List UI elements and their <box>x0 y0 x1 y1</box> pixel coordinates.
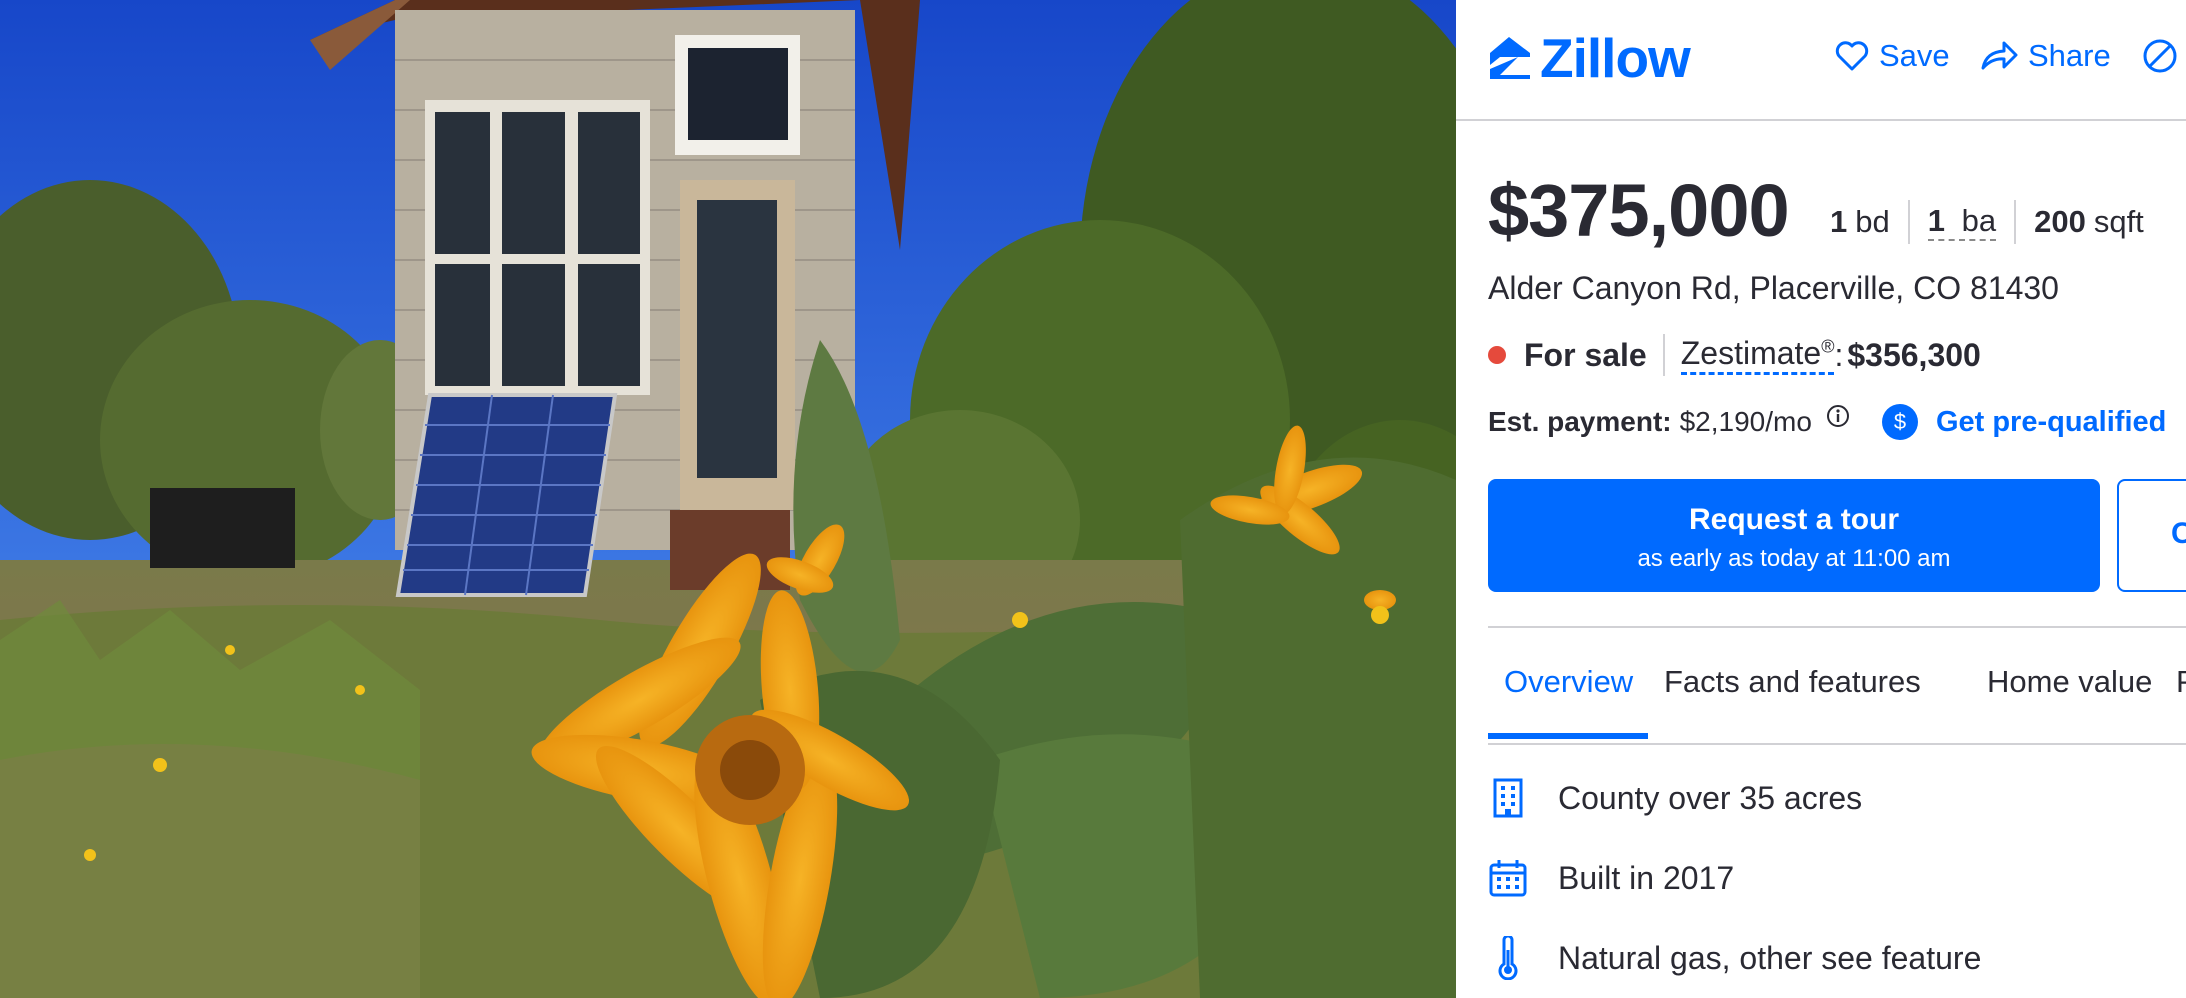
status-divider <box>1662 334 1665 376</box>
baths-unit: ba <box>1961 203 1997 238</box>
request-tour-button[interactable]: Request a tour as early as today at 11:0… <box>1488 479 2100 592</box>
payment-row: Est. payment: $2,190/mo $ Get pre-qualif… <box>1488 404 2166 440</box>
feature-label: County over 35 acres <box>1558 779 1863 816</box>
feature-zoning: County over 35 acres <box>1488 776 1862 820</box>
detail-tabs: Overview Facts and features Home value P… <box>1488 660 2186 745</box>
tiny-house-photo <box>0 0 1456 998</box>
save-label: Save <box>1879 38 1950 73</box>
share-button[interactable]: Share <box>1980 38 2111 74</box>
thermometer-icon <box>1488 936 1528 980</box>
info-icon[interactable] <box>1826 404 1850 428</box>
heart-icon <box>1835 41 1869 71</box>
listing-address: Alder Canyon Rd, Placerville, CO 81430 <box>1488 270 2059 306</box>
brand-name: Zillow <box>1540 27 1691 89</box>
tab-price-history[interactable]: Pr <box>2176 664 2186 700</box>
zestimate-label: Zestimate <box>1680 335 1822 371</box>
tour-subtitle: as early as today at 11:00 am <box>1637 545 1951 572</box>
sqft-value: 200 <box>2034 204 2086 239</box>
status-label: For sale <box>1524 336 1647 373</box>
feature-heating: Natural gas, other see feature <box>1488 936 1981 980</box>
share-icon <box>1981 41 2018 70</box>
building-icon <box>1488 776 1528 820</box>
baths-fact[interactable]: 1 ba <box>1910 203 2014 241</box>
beds-fact: 1 bd <box>1830 204 1908 240</box>
baths-underlined: 1 ba <box>1927 203 1997 241</box>
share-label: Share <box>2028 38 2111 73</box>
listing-photo[interactable] <box>0 0 1456 998</box>
calendar-icon <box>1488 856 1528 900</box>
baths-value: 1 <box>1927 203 1945 238</box>
beds-value: 1 <box>1830 204 1848 239</box>
status-dot <box>1488 346 1506 364</box>
payment-value: $2,190/mo <box>1679 406 1812 437</box>
status-row: For sale Zestimate®: $356,300 <box>1488 334 1981 376</box>
feature-label: Built in 2017 <box>1558 859 1735 896</box>
zestimate-value: $356,300 <box>1847 336 1981 373</box>
feature-year-built: Built in 2017 <box>1488 856 1734 900</box>
feature-label: Natural gas, other see feature <box>1558 939 1982 976</box>
dollar-icon: $ <box>1881 404 1918 440</box>
section-divider <box>1488 626 2186 628</box>
save-button[interactable]: Save <box>1835 38 1950 74</box>
registered-mark: ® <box>1821 336 1835 357</box>
active-tab-indicator <box>1488 733 1648 739</box>
top-bar: Zillow Save Share <box>1456 0 2186 121</box>
zillow-logo-icon <box>1490 37 1530 79</box>
tab-facts-and-features[interactable]: Facts and features <box>1664 664 1921 700</box>
hide-icon <box>2143 39 2177 73</box>
beds-unit: bd <box>1855 204 1890 239</box>
tour-title: Request a tour <box>1688 503 1900 536</box>
prequal-label: Get pre-qualified <box>1935 405 2167 438</box>
payment-label: Est. payment: <box>1488 406 1672 437</box>
get-prequalified-link[interactable]: $ Get pre-qualified <box>1881 404 2167 440</box>
contact-label: C <box>2171 517 2186 550</box>
listing-price: $375,000 <box>1488 169 1790 252</box>
listing-details-panel: Zillow Save Share $375,000 1 bd 1 ba 200… <box>1456 0 2186 998</box>
zillow-logo[interactable]: Zillow <box>1486 27 1691 89</box>
sqft-fact: 200 sqft <box>2016 204 2162 240</box>
sqft-unit: sqft <box>2093 204 2144 239</box>
tab-overview[interactable]: Overview <box>1504 664 1633 700</box>
tab-home-value[interactable]: Home value <box>1987 664 2152 700</box>
home-facts: 1 bd 1 ba 200 sqft <box>1830 200 2162 244</box>
zestimate-link[interactable]: Zestimate® <box>1680 335 1835 375</box>
hide-button[interactable] <box>2142 38 2186 74</box>
contact-agent-button[interactable]: C <box>2117 479 2186 592</box>
